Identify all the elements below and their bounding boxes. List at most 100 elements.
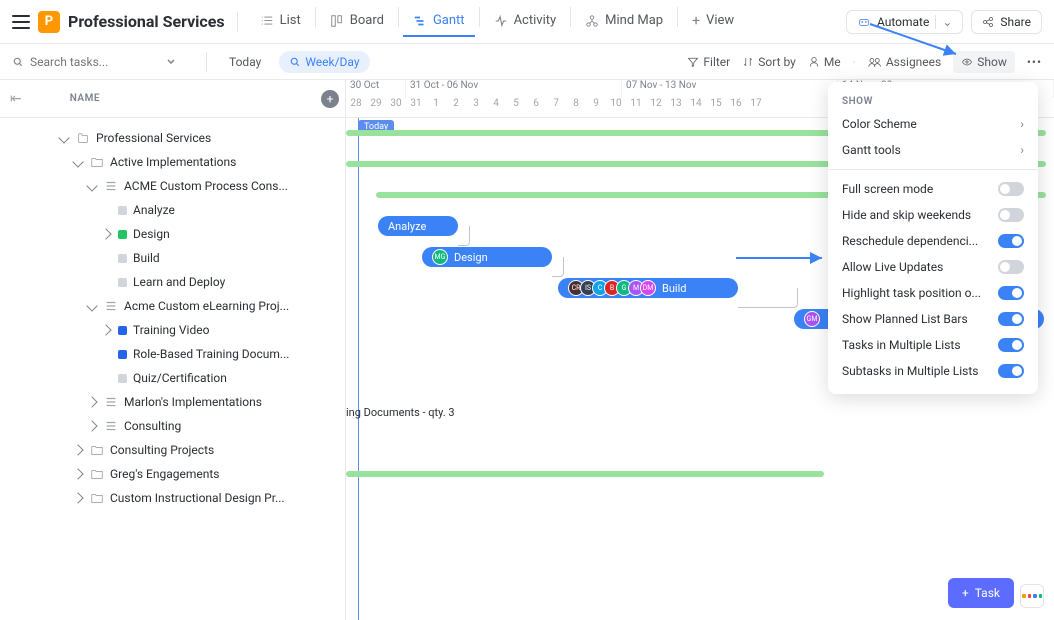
show-label: Show [977, 55, 1007, 69]
tree-item[interactable]: Marlon's Implementations [0, 390, 345, 414]
caret-down-icon [72, 156, 83, 167]
gantt-row-role-docs: ing Documents - qty. 3 [346, 397, 1054, 428]
dd-toggle-item[interactable]: Reschedule dependenci... [828, 228, 1038, 254]
tree-item[interactable]: Quiz/Certification [0, 366, 345, 390]
tree-item[interactable]: Professional Services [0, 126, 345, 150]
divider [828, 169, 1038, 170]
menu-icon[interactable] [12, 15, 30, 29]
tab-list[interactable]: List [250, 7, 311, 37]
apps-button[interactable] [1020, 584, 1044, 608]
dd-toggle-item[interactable]: Subtasks in Multiple Lists [828, 358, 1038, 384]
status-icon [118, 278, 127, 287]
zoom-icon [289, 56, 301, 68]
dd-gantt-tools[interactable]: Gantt tools › [828, 137, 1038, 163]
task-bar-design[interactable]: MG Design [422, 247, 552, 267]
tree-item-label: Training Video [133, 323, 209, 337]
task-text-role-docs[interactable]: ing Documents - qty. 3 [346, 406, 455, 419]
list-bar[interactable] [346, 471, 824, 477]
tree-item[interactable]: Build [0, 246, 345, 270]
dd-label: Color Scheme [842, 117, 917, 131]
toggle[interactable] [998, 208, 1024, 222]
today-button[interactable]: Today [221, 51, 269, 73]
tab-gantt[interactable]: Gantt [403, 7, 475, 37]
dd-label: Gantt tools [842, 143, 901, 157]
tab-board[interactable]: Board [320, 7, 394, 37]
avatar: GM [804, 311, 820, 327]
new-task-button[interactable]: + Task [948, 578, 1014, 608]
share-button[interactable]: Share [971, 10, 1042, 34]
toggle[interactable] [998, 312, 1024, 326]
toggle[interactable] [998, 286, 1024, 300]
dd-label: Highlight task position o... [842, 286, 981, 300]
caret-right-icon [100, 228, 111, 239]
assignees-label: Assignees [886, 55, 941, 69]
sort-icon [742, 56, 754, 68]
tree-item[interactable]: Acme Custom eLearning Proj... [0, 294, 345, 318]
toggle[interactable] [998, 338, 1024, 352]
tree-item[interactable]: Role-Based Training Docum... [0, 342, 345, 366]
top-bar: P Professional Services List Board Gantt… [0, 0, 1054, 44]
tree-item[interactable]: Consulting [0, 414, 345, 438]
tree-item[interactable]: Custom Instructional Design Pr... [0, 486, 345, 510]
sort-button[interactable]: Sort by [742, 55, 796, 69]
tree-item[interactable]: Consulting Projects [0, 438, 345, 462]
dd-toggle-item[interactable]: Tasks in Multiple Lists [828, 332, 1038, 358]
assignees-button[interactable]: Assignees [868, 55, 941, 69]
automate-button[interactable]: Automate ⌄ [846, 10, 963, 34]
tab-label: Activity [514, 13, 557, 28]
status-icon [118, 350, 127, 359]
day-cell: 14 [686, 98, 706, 116]
list-icon [104, 395, 118, 409]
toggle[interactable] [998, 260, 1024, 274]
toggle[interactable] [998, 234, 1024, 248]
collapse-icon[interactable]: ⇤ [10, 91, 22, 107]
tree-item[interactable]: Analyze [0, 198, 345, 222]
chevron-right-icon: › [1020, 117, 1024, 131]
task-label: Analyze [388, 220, 426, 233]
day-cell: 12 [646, 98, 666, 116]
avatar: MG [432, 249, 448, 265]
show-button[interactable]: Show [953, 51, 1015, 73]
dd-toggle-item[interactable]: Show Planned List Bars [828, 306, 1038, 332]
tree-item-label: ACME Custom Process Cons... [124, 179, 288, 193]
tab-activity[interactable]: Activity [484, 7, 567, 37]
tree-item[interactable]: Training Video [0, 318, 345, 342]
search-icon [12, 56, 24, 68]
tree-item[interactable]: Greg's Engagements [0, 462, 345, 486]
space-badge[interactable]: P [38, 11, 60, 33]
task-bar-analyze[interactable]: Analyze [378, 216, 458, 236]
list-icon [104, 299, 118, 313]
caret-right-icon [72, 444, 83, 455]
filter-button[interactable]: Filter [687, 55, 730, 69]
me-filter[interactable]: Me [808, 55, 841, 69]
mindmap-icon [585, 14, 599, 28]
day-cell: 13 [666, 98, 686, 116]
dd-toggle-item[interactable]: Full screen mode [828, 176, 1038, 202]
search-box[interactable] [12, 55, 192, 69]
zoom-level[interactable]: Week/Day [279, 51, 369, 73]
tree-item-label: Greg's Engagements [110, 467, 219, 481]
tree-item[interactable]: Design [0, 222, 345, 246]
dd-toggle-item[interactable]: Highlight task position o... [828, 280, 1038, 306]
dd-toggle-item[interactable]: Allow Live Updates [828, 254, 1038, 280]
tab-mindmap[interactable]: Mind Map [575, 7, 673, 37]
tree-item-label: Build [133, 251, 160, 265]
dd-label: Hide and skip weekends [842, 208, 971, 222]
toggle[interactable] [998, 364, 1024, 378]
tab-label: Gantt [433, 13, 465, 28]
more-icon[interactable]: ••• [1027, 55, 1042, 69]
toggle[interactable] [998, 182, 1024, 196]
search-input[interactable] [30, 55, 160, 69]
dd-label: Reschedule dependenci... [842, 234, 978, 248]
tree-item[interactable]: Active Implementations [0, 150, 345, 174]
task-bar-build[interactable]: CR IS C B G M DM Build [558, 278, 738, 298]
add-item-button[interactable]: + [321, 90, 339, 108]
tree-item[interactable]: ACME Custom Process Cons... [0, 174, 345, 198]
dd-color-scheme[interactable]: Color Scheme › [828, 111, 1038, 137]
tab-label: Mind Map [605, 13, 663, 28]
tab-add-view[interactable]: + View [682, 7, 744, 37]
caret-down-icon [86, 300, 97, 311]
dd-toggle-item[interactable]: Hide and skip weekends [828, 202, 1038, 228]
chevron-down-icon[interactable] [166, 57, 176, 67]
tree-item[interactable]: Learn and Deploy [0, 270, 345, 294]
